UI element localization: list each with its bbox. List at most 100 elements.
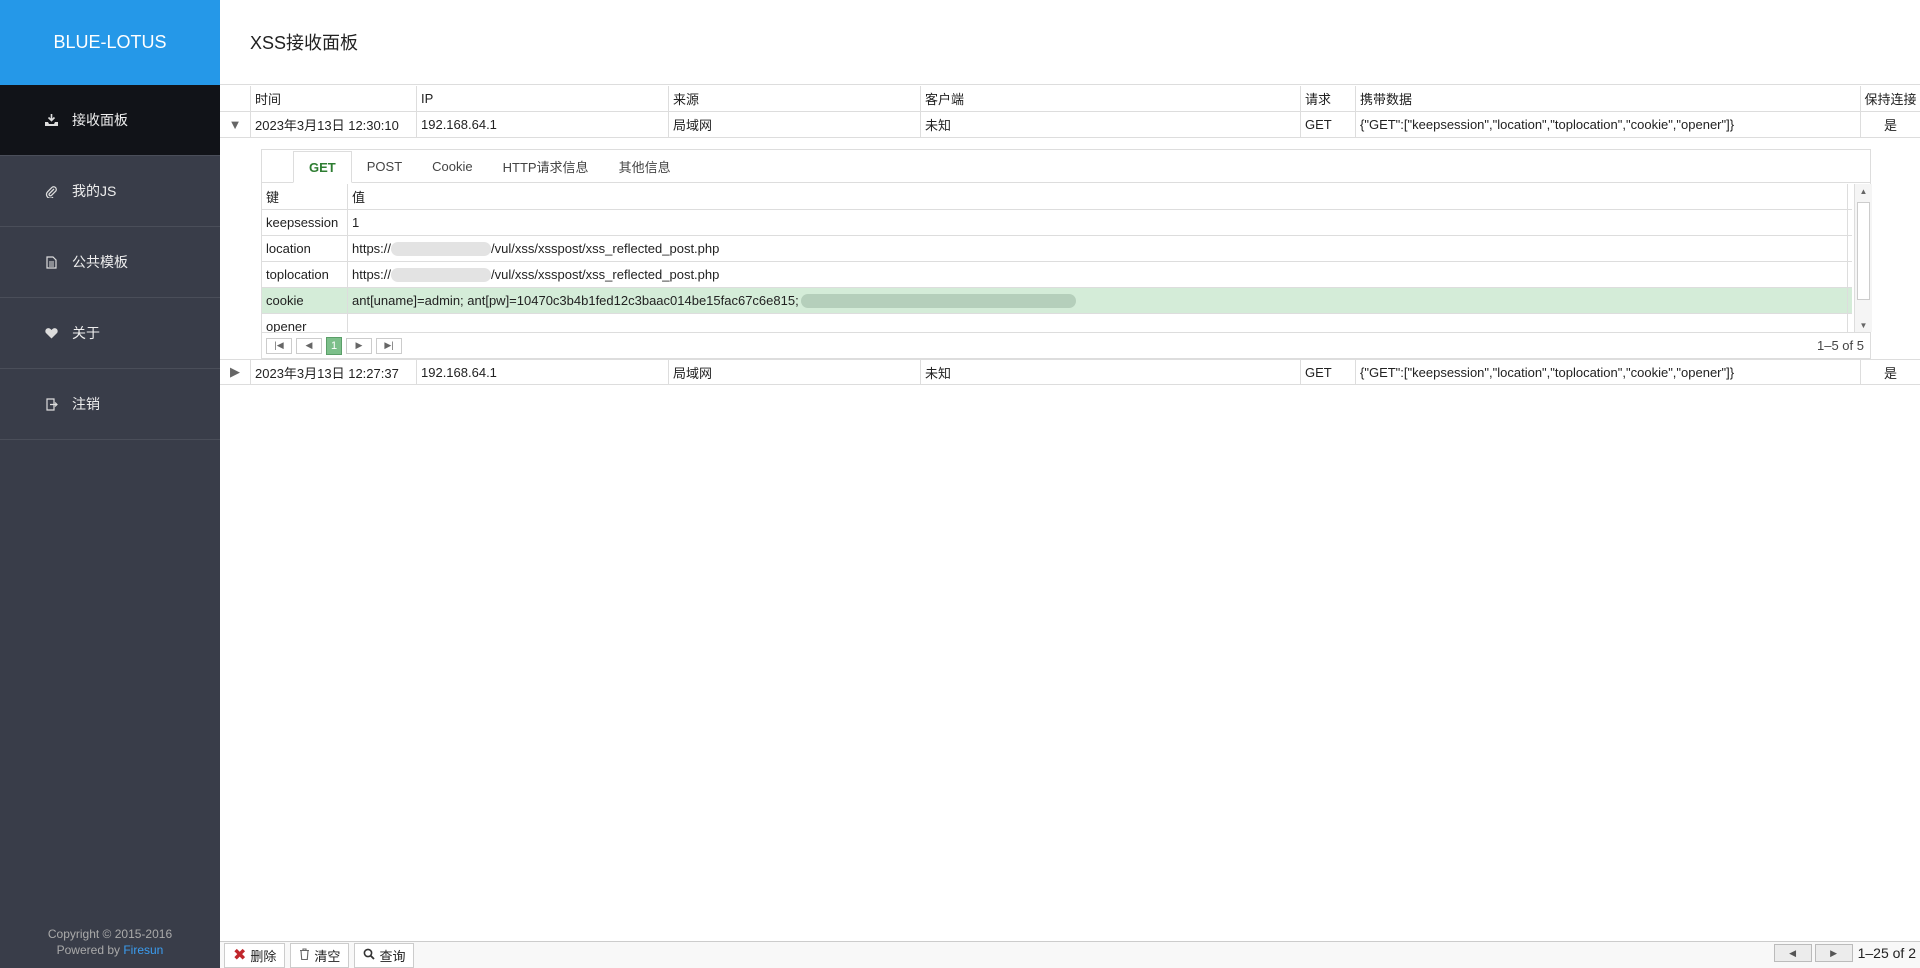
kv-value-text: ant[uname]=admin; ant[pw]=10470c3b4b1fed…	[352, 293, 799, 308]
trash-icon	[299, 947, 310, 963]
tab-get[interactable]: GET	[293, 151, 352, 183]
sidebar-item-my-js[interactable]: 我的JS	[0, 156, 220, 227]
kv-value: ant[uname]=admin; ant[pw]=10470c3b4b1fed…	[348, 288, 1848, 313]
next-page-icon[interactable]: ▶	[346, 337, 372, 354]
table-row[interactable]: ▼ 2023年3月13日 12:30:10 192.168.64.1 局域网 未…	[220, 112, 1920, 138]
cell-client: 未知	[921, 360, 1301, 384]
kv-value-suffix: /vul/xss/xsspost/xss_reflected_post.php	[491, 267, 720, 282]
cell-time: 2023年3月13日 12:27:37	[251, 360, 417, 384]
sidebar-item-about[interactable]: 关于	[0, 298, 220, 369]
kv-key: keepsession	[262, 210, 348, 235]
search-button[interactable]: 查询	[354, 942, 415, 968]
xss-grid: 时间 IP 来源 客户端 请求 携带数据 保持连接 ▼ 2023年3月13日 1…	[220, 86, 1920, 138]
prev-page-icon[interactable]: ◀	[1773, 944, 1812, 962]
cell-source: 局域网	[669, 112, 921, 137]
kv-table-body[interactable]: 键 值 keepsession 1 location https:// /vul…	[262, 184, 1852, 332]
cell-ip: 192.168.64.1	[417, 112, 669, 137]
kv-value-suffix: /vul/xss/xsspost/xss_reflected_post.php	[491, 241, 720, 256]
clear-label: 清空	[314, 948, 341, 964]
page-number[interactable]: 1	[326, 336, 342, 355]
collapse-icon[interactable]: ▼	[220, 112, 251, 137]
sidebar-item-label: 接收面板	[72, 112, 128, 128]
list-item[interactable]: toplocation https:// /vul/xss/xsspost/xs…	[262, 262, 1852, 288]
cell-ip: 192.168.64.1	[417, 360, 669, 384]
redacted-blur	[800, 293, 1076, 308]
tab-other-info[interactable]: 其他信息	[604, 150, 686, 182]
tab-post[interactable]: POST	[352, 150, 417, 182]
cell-method: GET	[1301, 360, 1356, 384]
tab-http-request-info[interactable]: HTTP请求信息	[488, 150, 604, 182]
next-page-icon[interactable]: ▶	[1814, 944, 1853, 962]
clear-button[interactable]: 清空	[290, 942, 350, 968]
delete-button[interactable]: ✖ 删除	[224, 942, 286, 968]
row-detail-panel: GET POST Cookie HTTP请求信息 其他信息 键 值 keepse…	[261, 149, 1872, 359]
kv-value: https:// /vul/xss/xsspost/xss_reflected_…	[348, 236, 1848, 261]
kv-value: 1	[348, 210, 1848, 235]
kv-key: opener	[262, 314, 348, 332]
list-item[interactable]: opener	[262, 314, 1852, 332]
document-icon	[44, 255, 58, 269]
column-header-ip[interactable]: IP	[417, 86, 669, 111]
grid-header: 时间 IP 来源 客户端 请求 携带数据 保持连接	[220, 86, 1920, 112]
kv-value	[348, 314, 1848, 332]
sidebar: BLUE-LOTUS 接收面板 我的JS 公共模板 关于 注销 Copyrigh…	[0, 0, 220, 968]
table-row[interactable]: ▶ 2023年3月13日 12:27:37 192.168.64.1 局域网 未…	[220, 359, 1920, 385]
kv-value-prefix: https://	[352, 241, 392, 256]
toolbar-info: 1–25 of 2	[1857, 945, 1916, 961]
column-header-keep-alive[interactable]: 保持连接	[1861, 86, 1920, 111]
sidebar-item-receive-panel[interactable]: 接收面板	[0, 85, 220, 156]
detail-tabs: GET POST Cookie HTTP请求信息 其他信息	[262, 150, 1870, 183]
expand-icon[interactable]: ▶	[220, 360, 251, 384]
cell-method: GET	[1301, 112, 1356, 137]
column-header-data[interactable]: 携带数据	[1356, 86, 1861, 111]
redacted-blur	[391, 241, 492, 256]
pager-info: 1–5 of 5	[1817, 338, 1864, 353]
list-item[interactable]: location https:// /vul/xss/xsspost/xss_r…	[262, 236, 1852, 262]
brand-logo[interactable]: BLUE-LOTUS	[0, 0, 220, 85]
sidebar-item-logout[interactable]: 注销	[0, 369, 220, 440]
powered-by-label: Powered by	[56, 943, 120, 957]
kv-header: 键 值	[262, 184, 1852, 210]
page-title: XSS接收面板	[220, 0, 1920, 85]
paperclip-icon	[44, 184, 58, 198]
scroll-up-icon[interactable]: ▲	[1855, 184, 1872, 198]
cell-client: 未知	[921, 112, 1301, 137]
last-page-icon[interactable]: ▶|	[376, 337, 402, 354]
kv-header-key[interactable]: 键	[262, 184, 348, 209]
first-page-icon[interactable]: |◀	[266, 337, 292, 354]
sidebar-item-label: 我的JS	[72, 183, 117, 199]
column-header-client[interactable]: 客户端	[921, 86, 1301, 111]
detail-pager: |◀ ◀ 1 ▶ ▶| 1–5 of 5	[262, 332, 1870, 358]
column-header-request[interactable]: 请求	[1301, 86, 1356, 111]
prev-page-icon[interactable]: ◀	[296, 337, 322, 354]
tab-cookie[interactable]: Cookie	[417, 150, 487, 182]
delete-icon: ✖	[233, 947, 247, 964]
cell-keep-alive: 是	[1883, 365, 1897, 381]
sidebar-item-label: 注销	[72, 396, 100, 412]
kv-table: 键 值 keepsession 1 location https:// /vul…	[262, 184, 1872, 332]
heart-icon	[44, 326, 58, 340]
redacted-blur	[391, 267, 492, 282]
sidebar-item-public-templates[interactable]: 公共模板	[0, 227, 220, 298]
delete-label: 删除	[250, 948, 277, 964]
kv-header-value[interactable]: 值	[348, 184, 1848, 209]
sidebar-item-label: 公共模板	[72, 254, 128, 270]
kv-key: toplocation	[262, 262, 348, 287]
scrollbar-thumb[interactable]	[1857, 202, 1870, 300]
cell-data: {"GET":["keepsession","location","toploc…	[1356, 112, 1861, 137]
vertical-scrollbar[interactable]: ▲ ▼	[1854, 184, 1872, 332]
powered-by: Powered by Firesun	[0, 942, 220, 958]
copyright: Copyright © 2015-2016 Powered by Firesun	[0, 926, 220, 958]
list-item[interactable]: keepsession 1	[262, 210, 1852, 236]
list-item-selected[interactable]: cookie ant[uname]=admin; ant[pw]=10470c3…	[262, 288, 1852, 314]
kv-key: cookie	[262, 288, 348, 313]
column-header-time[interactable]: 时间	[251, 86, 417, 111]
search-label: 查询	[379, 948, 406, 964]
firesun-link[interactable]: Firesun	[123, 943, 163, 957]
kv-key: location	[262, 236, 348, 261]
sidebar-item-label: 关于	[72, 325, 100, 341]
expand-column-header	[220, 86, 251, 111]
column-header-source[interactable]: 来源	[669, 86, 921, 111]
scroll-down-icon[interactable]: ▼	[1855, 318, 1872, 332]
cell-source: 局域网	[669, 360, 921, 384]
